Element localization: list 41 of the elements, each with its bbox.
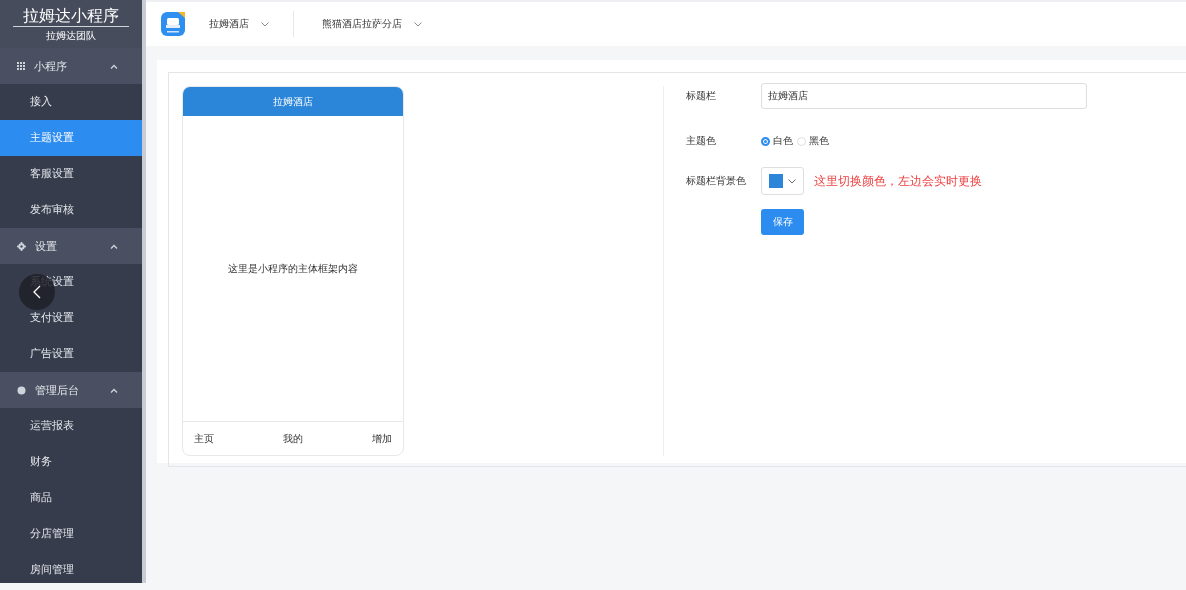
menu-item[interactable]: 客服设置 bbox=[0, 156, 142, 192]
menu-item[interactable]: 发布审核 bbox=[0, 192, 142, 228]
brand-subtitle: 拉姆达团队 bbox=[46, 29, 96, 43]
grid-icon bbox=[17, 62, 25, 70]
caret-up-icon bbox=[110, 387, 118, 393]
preview-tab[interactable]: 主页 bbox=[194, 431, 214, 446]
menu-item[interactable]: 商品 bbox=[0, 480, 142, 516]
menu-item[interactable]: 财务 bbox=[0, 444, 142, 480]
color-picker[interactable] bbox=[761, 167, 804, 195]
preview-title-bar: 拉姆酒店 bbox=[183, 87, 403, 116]
chevron-left-icon bbox=[33, 285, 41, 299]
store-dropdown[interactable]: 拉姆酒店 bbox=[209, 17, 293, 31]
chevron-down-icon bbox=[414, 21, 422, 27]
preview-body-text: 这里是小程序的主体框架内容 bbox=[228, 261, 358, 276]
circle-icon bbox=[17, 385, 26, 395]
menu-item[interactable]: 运营报表 bbox=[0, 408, 142, 444]
preview-tab[interactable]: 我的 bbox=[283, 431, 303, 446]
field-label: 主题色 bbox=[686, 134, 717, 148]
theme-radio[interactable]: 黑色 bbox=[797, 132, 829, 150]
field-label: 标题栏 bbox=[686, 89, 717, 103]
menu-group-header[interactable]: 设置 bbox=[0, 228, 142, 264]
caret-up-icon bbox=[110, 63, 118, 69]
brand-title: 拉姆达小程序 bbox=[13, 6, 129, 27]
bed-app-icon bbox=[161, 12, 185, 36]
menu-item[interactable]: 接入 bbox=[0, 84, 142, 120]
menu-item[interactable]: 分店管理 bbox=[0, 516, 142, 552]
chevron-down-icon bbox=[787, 178, 796, 184]
preview-tab[interactable]: 增加 bbox=[372, 431, 392, 446]
hint-text: 这里切换颜色，左边会实时更换 bbox=[814, 172, 982, 190]
caret-up-icon bbox=[110, 243, 118, 249]
menu-group-header[interactable]: 小程序 bbox=[0, 48, 142, 84]
field-label: 标题栏背景色 bbox=[686, 174, 747, 188]
menu-item[interactable]: 房间管理 bbox=[0, 552, 142, 583]
theme-radio[interactable]: 白色 bbox=[761, 132, 793, 150]
menu-item[interactable]: 支付设置 bbox=[0, 300, 142, 336]
menu-item[interactable]: 广告设置 bbox=[0, 336, 142, 372]
menu-group-header[interactable]: 管理后台 bbox=[0, 372, 142, 408]
settings-icon bbox=[17, 241, 26, 251]
store-dropdown[interactable]: 熊猫酒店拉萨分店 bbox=[322, 17, 446, 31]
chevron-down-icon bbox=[261, 21, 269, 27]
title-input[interactable]: 拉姆酒店 bbox=[761, 83, 1087, 109]
